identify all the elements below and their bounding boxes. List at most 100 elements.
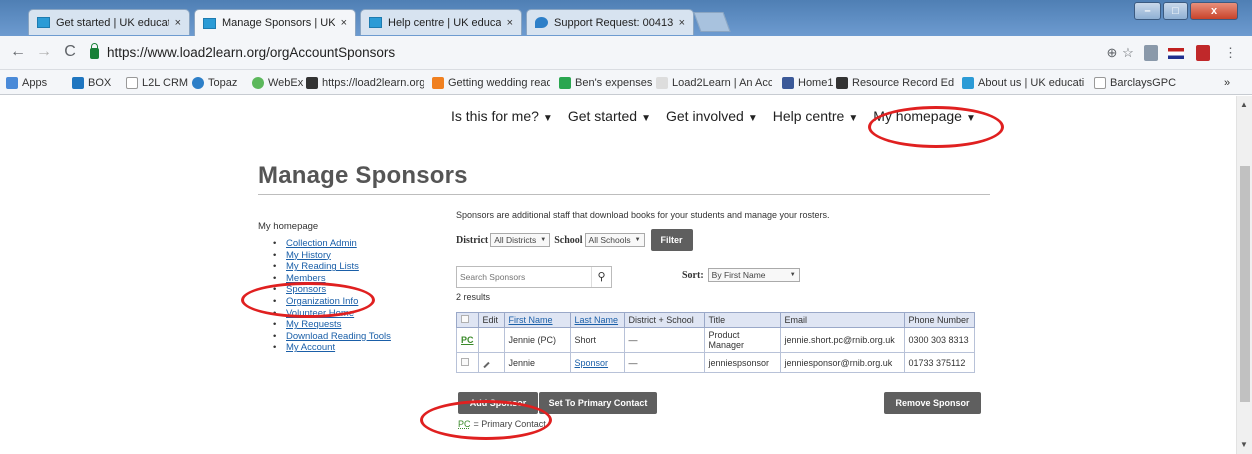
blogger-icon — [432, 77, 444, 89]
legend-text: = Primary Contact — [473, 419, 546, 429]
search-input[interactable] — [457, 272, 591, 282]
nav-get-started[interactable]: Get started ▼ — [568, 108, 651, 128]
sidebar-link-my-history[interactable]: My History — [273, 250, 458, 262]
browser-window: Get started | UK educatio × Manage Spons… — [0, 0, 1252, 454]
site-nav: Is this for me? ▼ Get started ▼ Get involv… — [451, 108, 991, 128]
tab-help-centre[interactable]: Help centre | UK educatio × — [360, 9, 522, 35]
header-last-name[interactable]: Last Name — [569, 312, 625, 328]
filter-button[interactable]: Filter — [650, 229, 693, 251]
minimize-button[interactable]: – — [1134, 2, 1161, 20]
close-window-button[interactable]: x — [1190, 2, 1238, 20]
site-favicon-icon — [203, 17, 216, 29]
new-tab-button[interactable] — [693, 12, 731, 32]
tab-close-icon[interactable]: × — [507, 17, 513, 29]
caret-down-icon: ▼ — [965, 113, 976, 124]
nav-my-homepage[interactable]: My homepage ▼ — [873, 108, 976, 128]
bookmarks-overflow-icon[interactable]: » — [1224, 75, 1230, 91]
lock-icon — [90, 43, 99, 59]
bookmark-star-icon[interactable]: ☆ — [1120, 45, 1136, 61]
bookmark-load2learn[interactable]: Load2Learn | An Acce — [656, 75, 772, 91]
row-checkbox[interactable] — [461, 357, 469, 366]
caret-down-icon: ▼ — [848, 113, 859, 124]
search-box: ⚲ — [456, 266, 612, 288]
tab-close-icon[interactable]: × — [341, 17, 347, 29]
caret-down-icon: ▼ — [747, 113, 758, 124]
school-select[interactable]: All Schools ▼ — [584, 233, 645, 247]
sort-label: Sort: — [682, 269, 704, 281]
salesforce-cloud-icon — [192, 77, 204, 89]
sidebar-link-my-reading-lists[interactable]: My Reading Lists — [273, 261, 458, 273]
tab-close-icon[interactable]: × — [679, 17, 685, 29]
intro-text: Sponsors are additional staff that downl… — [456, 210, 830, 220]
tab-get-started[interactable]: Get started | UK educatio × — [28, 9, 190, 35]
select-all-checkbox[interactable] — [461, 315, 469, 323]
header-email: Email — [779, 312, 905, 328]
reload-icon[interactable]: C — [60, 42, 80, 62]
sidebar-link-volunteer-home[interactable]: Volunteer Home — [273, 308, 458, 320]
row-last-name[interactable]: Sponsor — [569, 352, 625, 373]
sidebar-link-collection-admin[interactable]: Collection Admin — [273, 238, 458, 250]
extension-icon[interactable] — [1144, 45, 1158, 61]
page-icon — [1094, 77, 1106, 89]
search-icon[interactable]: ⚲ — [591, 267, 611, 287]
remove-sponsor-button[interactable]: Remove Sponsor — [884, 392, 981, 414]
header-edit: Edit — [477, 312, 505, 328]
header-phone: Phone Number — [903, 312, 975, 328]
box-icon — [72, 77, 84, 89]
sidebar-link-my-requests[interactable]: My Requests — [273, 319, 458, 331]
row-checkbox-cell — [456, 352, 479, 373]
bookmark-resource-record[interactable]: Resource Record Edit — [836, 75, 954, 91]
maximize-button[interactable]: □ — [1163, 2, 1188, 20]
legend-code: PC — [458, 419, 471, 429]
scrollbar-thumb[interactable] — [1240, 166, 1250, 402]
district-select[interactable]: All Districts ▼ — [490, 233, 551, 247]
flag-extension-icon[interactable] — [1168, 48, 1184, 59]
back-arrow-icon[interactable]: ← — [8, 42, 28, 62]
table-row: Jennie Sponsor — jenniespsonsor jenniesp… — [456, 352, 975, 373]
title-divider — [258, 194, 990, 195]
bookmark-home1[interactable]: Home1 — [782, 75, 833, 91]
bookmark-barclays[interactable]: BarclaysGPC — [1094, 75, 1176, 91]
row-title: jenniespsonsor — [703, 352, 781, 373]
tab-support-request[interactable]: Support Request: 00413 × — [526, 9, 694, 35]
bookmark-webex[interactable]: WebEx — [252, 75, 303, 91]
sidebar-link-sponsors[interactable]: Sponsors — [273, 284, 458, 296]
sidebar-link-members[interactable]: Members — [273, 273, 458, 285]
bookmark-apps[interactable]: Apps — [6, 75, 47, 91]
bookmark-expenses[interactable]: Ben's expenses — [559, 75, 652, 91]
page-scrollbar[interactable]: ▲ ▼ — [1236, 96, 1252, 454]
site-favicon-icon — [37, 17, 50, 28]
table-row: PC Jennie (PC) Short — Product Manager j… — [456, 327, 975, 353]
sidebar: My homepage Collection Admin My History … — [258, 221, 458, 354]
sort-select[interactable]: By First Name ▼ — [707, 268, 800, 282]
pdf-extension-icon[interactable] — [1196, 45, 1210, 61]
bookmark-topaz[interactable]: Topaz — [192, 75, 237, 91]
scroll-up-arrow-icon[interactable]: ▲ — [1240, 100, 1248, 109]
bookmark-wedding[interactable]: Getting wedding read — [432, 75, 550, 91]
tab-manage-sponsors[interactable]: Manage Sponsors | UK edu × — [194, 9, 356, 36]
menu-kebab-icon[interactable]: ⋮ — [1224, 45, 1237, 61]
tab-close-icon[interactable]: × — [175, 17, 181, 29]
header-first-name[interactable]: First Name — [503, 312, 571, 328]
bookmark-about-us[interactable]: About us | UK educati — [962, 75, 1086, 91]
bookmark-l2l-crm[interactable]: L2L CRM — [126, 75, 188, 91]
forward-arrow-icon[interactable]: → — [34, 42, 54, 62]
add-sponsor-button[interactable]: Add Sponsor — [458, 392, 538, 414]
pencil-icon[interactable] — [482, 361, 490, 368]
caret-down-icon: ▼ — [641, 113, 651, 124]
nav-is-this-for-me[interactable]: Is this for me? ▼ — [451, 108, 553, 128]
address-bar[interactable]: https://www.load2learn.org/orgAccountSpo… — [90, 40, 1095, 64]
set-primary-contact-button[interactable]: Set To Primary Contact — [539, 392, 657, 414]
sidebar-link-download-reading-tools[interactable]: Download Reading Tools — [273, 331, 458, 343]
district-label: District — [456, 234, 489, 246]
sidebar-link-organization-info[interactable]: Organization Info — [273, 296, 458, 308]
bookmark-load2learn-url[interactable]: https://load2learn.org — [306, 75, 424, 91]
nav-help-centre[interactable]: Help centre ▼ — [773, 108, 859, 128]
header-title: Title — [703, 312, 781, 328]
nav-get-involved[interactable]: Get involved ▼ — [666, 108, 758, 128]
row-first-name: Jennie (PC) — [503, 327, 571, 353]
bookmark-box[interactable]: BOX — [72, 75, 111, 91]
sidebar-link-my-account[interactable]: My Account — [273, 342, 458, 354]
scroll-down-arrow-icon[interactable]: ▼ — [1240, 440, 1248, 449]
zoom-icon[interactable]: ⊕ — [1104, 45, 1120, 61]
